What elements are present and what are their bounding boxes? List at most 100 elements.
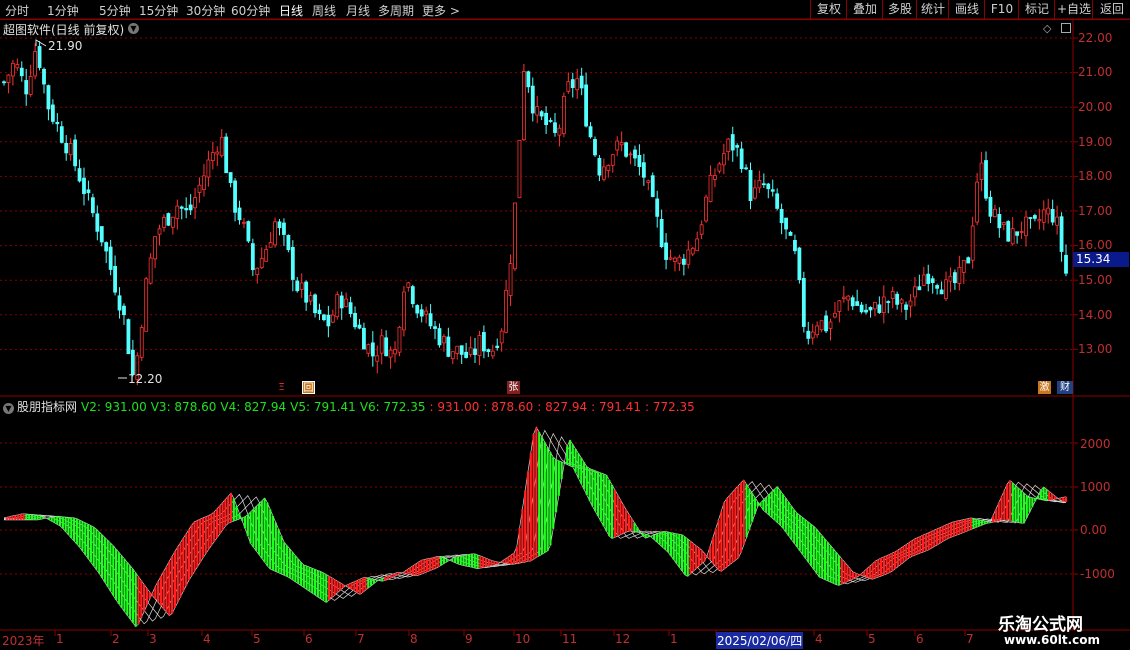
candle-body bbox=[824, 315, 828, 332]
candle-body bbox=[113, 265, 117, 293]
candle-body bbox=[6, 74, 11, 83]
candle-body bbox=[953, 272, 957, 284]
candle-body bbox=[130, 349, 135, 376]
candle-body bbox=[539, 111, 544, 117]
candle-body bbox=[833, 312, 837, 318]
candle-body bbox=[1064, 254, 1068, 274]
candle-body bbox=[250, 243, 255, 271]
candle-body bbox=[815, 325, 820, 336]
candle-body bbox=[1010, 228, 1015, 245]
candle-body bbox=[277, 221, 282, 229]
chevron-down-icon[interactable]: ▼ bbox=[3, 403, 14, 414]
candle-body bbox=[64, 142, 69, 154]
candle-body bbox=[917, 286, 922, 291]
indicator-y-tick: 0.00 bbox=[1080, 523, 1107, 537]
candle-body bbox=[673, 257, 677, 262]
candle-body bbox=[95, 213, 100, 232]
candle-body bbox=[744, 167, 748, 170]
candle-body bbox=[428, 313, 433, 327]
x-axis-label: 4 bbox=[203, 632, 211, 646]
candle-body bbox=[50, 104, 55, 122]
candle-body bbox=[899, 299, 904, 304]
candle-body bbox=[579, 75, 584, 89]
candle-body bbox=[948, 275, 953, 282]
candle-body bbox=[624, 142, 628, 157]
candle-body bbox=[246, 221, 251, 242]
candle-body bbox=[797, 247, 802, 281]
event-marker[interactable]: 财 bbox=[1057, 381, 1073, 394]
candle-body bbox=[481, 332, 486, 352]
candle-body bbox=[206, 159, 211, 178]
candle-body bbox=[966, 257, 971, 264]
x-axis-label: 6 bbox=[916, 632, 924, 646]
candle-body bbox=[957, 267, 962, 284]
candle-body bbox=[375, 355, 380, 362]
candle-body bbox=[122, 305, 126, 316]
candle-body bbox=[810, 331, 815, 339]
x-axis-label: 6 bbox=[305, 632, 313, 646]
candle-body bbox=[295, 280, 300, 292]
candle-body bbox=[117, 295, 122, 311]
candle-body bbox=[255, 267, 260, 275]
candle-body bbox=[455, 345, 460, 354]
candle-body bbox=[886, 301, 891, 303]
event-marker[interactable]: 张 bbox=[507, 381, 520, 394]
candle-body bbox=[1024, 216, 1028, 237]
candle-body bbox=[473, 348, 477, 355]
event-marker[interactable]: Ξ bbox=[275, 381, 288, 394]
indicator-name: 股朋指标网 bbox=[17, 400, 78, 414]
high-price-label: 21.90 bbox=[48, 39, 83, 53]
candle-body bbox=[335, 293, 340, 318]
candle-body bbox=[379, 335, 384, 354]
indicator-lines bbox=[3, 426, 1068, 628]
candle-body bbox=[108, 246, 113, 270]
candle-body bbox=[68, 143, 73, 156]
candle-body bbox=[984, 160, 988, 199]
candle-body bbox=[370, 342, 375, 357]
chart-canvas bbox=[0, 18, 1130, 636]
candle-body bbox=[597, 157, 602, 176]
low-price-label: 12.20 bbox=[128, 372, 163, 386]
candle-body bbox=[59, 126, 64, 143]
candle-body bbox=[433, 326, 437, 329]
candle-body bbox=[788, 231, 793, 236]
candle-body bbox=[148, 257, 153, 284]
indicator-value: : 931.00 bbox=[429, 400, 480, 414]
candle-body bbox=[841, 296, 846, 299]
candle-body bbox=[975, 181, 980, 223]
candle-body bbox=[28, 76, 33, 95]
candle-body bbox=[2, 81, 6, 84]
y-tick: 19.00 bbox=[1078, 135, 1113, 149]
candle-body bbox=[913, 286, 917, 298]
candle-body bbox=[486, 349, 491, 352]
indicator-y-tick: 1000 bbox=[1080, 480, 1111, 494]
candle-body bbox=[997, 214, 1002, 229]
candle-body bbox=[584, 84, 589, 127]
candle-body bbox=[699, 224, 704, 235]
candle-body bbox=[46, 85, 51, 110]
candle-body bbox=[153, 236, 157, 260]
event-marker[interactable]: 激 bbox=[1038, 381, 1051, 394]
indicator-value: V5: 791.41 bbox=[290, 400, 356, 414]
candle-body bbox=[55, 121, 60, 125]
x-axis-label: 5 bbox=[868, 632, 876, 646]
candle-body bbox=[82, 177, 86, 194]
candle-body bbox=[557, 127, 562, 136]
x-axis-label: 5 bbox=[253, 632, 261, 646]
candle-body bbox=[726, 138, 731, 153]
candle-body bbox=[828, 321, 833, 329]
candle-body bbox=[308, 295, 313, 302]
candle-body bbox=[410, 286, 415, 305]
candle-body bbox=[690, 247, 695, 255]
x-axis-label: 7 bbox=[966, 632, 974, 646]
candle-body bbox=[437, 328, 442, 346]
y-tick: 20.00 bbox=[1078, 100, 1113, 114]
y-tick: 16.00 bbox=[1078, 238, 1113, 252]
candle-body bbox=[317, 309, 322, 315]
candle-body bbox=[521, 71, 526, 141]
event-marker[interactable]: 回 bbox=[302, 381, 315, 394]
candle-body bbox=[979, 162, 984, 181]
indicator-value: : 827.94 bbox=[537, 400, 588, 414]
candle-body bbox=[846, 295, 851, 301]
y-tick: 15.00 bbox=[1078, 273, 1113, 287]
